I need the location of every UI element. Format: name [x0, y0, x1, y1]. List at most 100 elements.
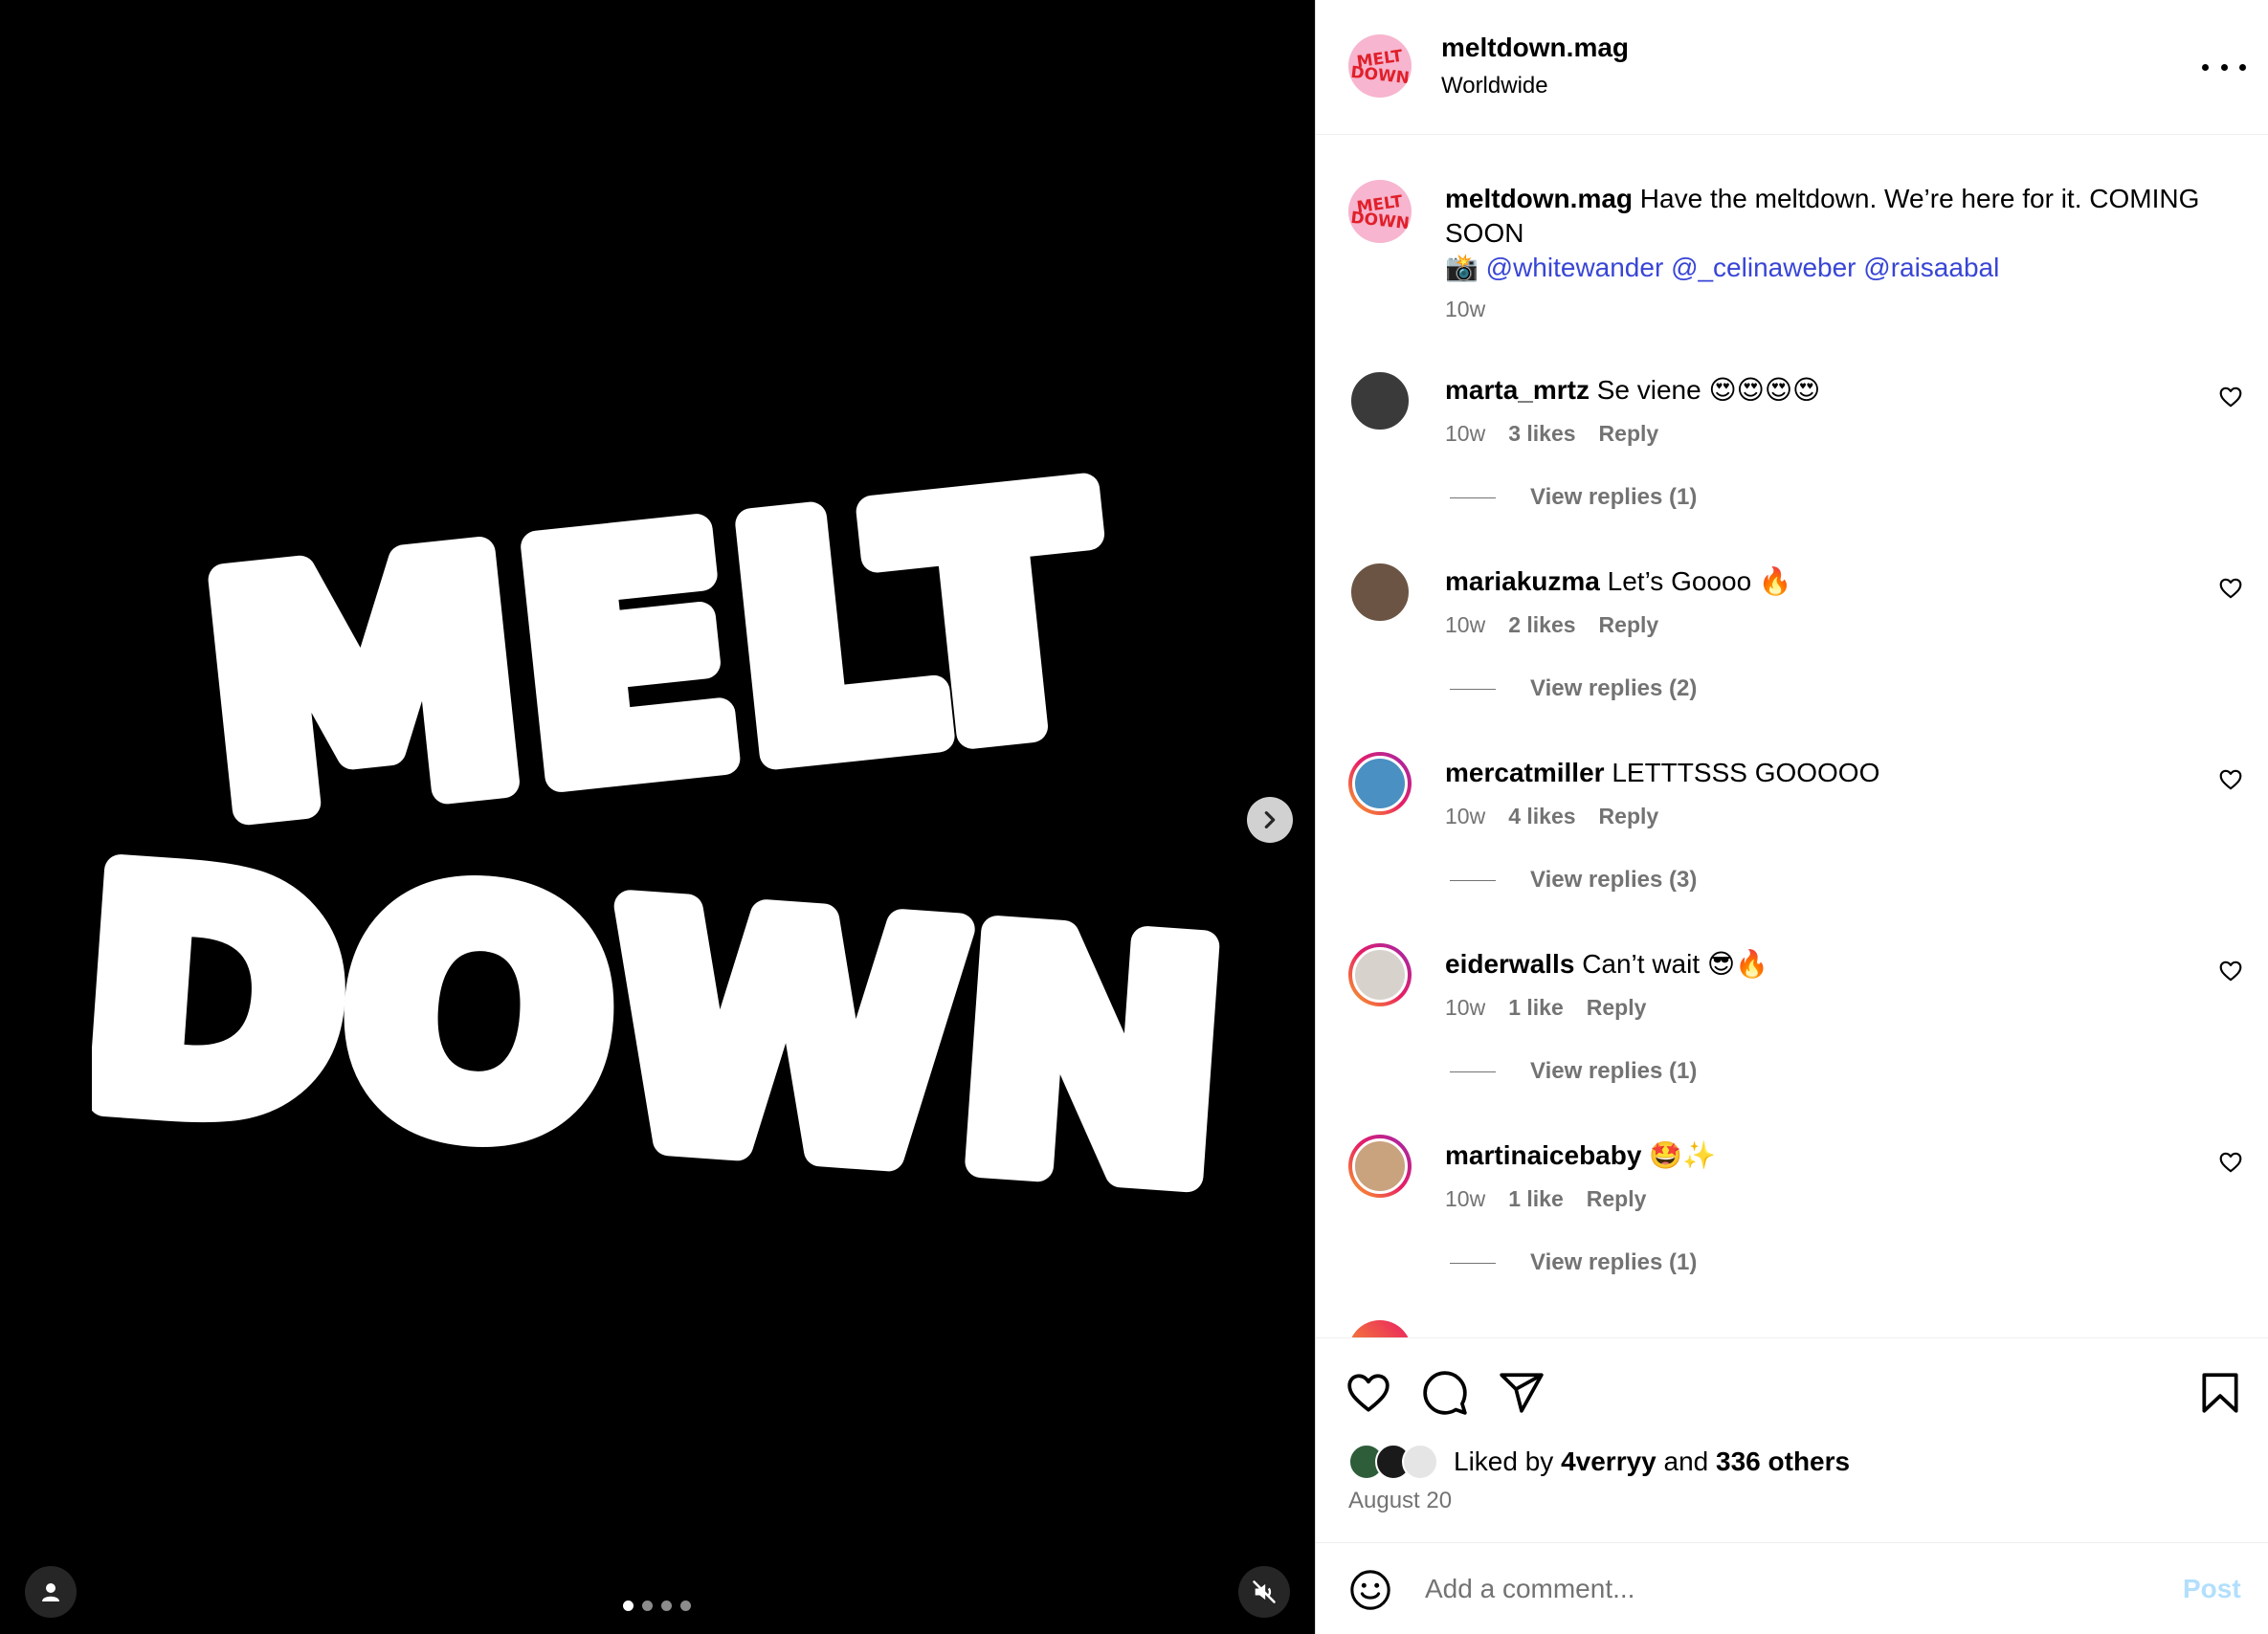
likes-text: Liked by 4verryy and 336 others [1454, 1446, 1851, 1476]
comment-meta: 10w 1 like Reply [1445, 995, 1646, 1021]
reply-button[interactable]: Reply [1599, 612, 1659, 638]
comment-body: Can’t wait 😎🔥 [1582, 949, 1768, 979]
add-comment-bar: Post [1316, 1542, 2268, 1634]
commenter-username[interactable]: mariakuzma [1445, 566, 1600, 596]
comment-likes-count[interactable]: 3 likes [1508, 421, 1575, 447]
view-replies-label: View replies (1) [1530, 1058, 1698, 1084]
comment-likes-count[interactable]: 1 like [1508, 995, 1564, 1021]
speaker-muted-icon [1253, 1580, 1276, 1603]
comment-text: mercatmiller LETTTSSS GOOOOO [1445, 756, 1879, 790]
replies-divider [1450, 1262, 1496, 1264]
commenter-avatar[interactable] [1348, 943, 1412, 1006]
commenter-avatar[interactable] [1348, 561, 1412, 624]
post-date[interactable]: August 20 [1348, 1488, 1452, 1514]
more-options-button[interactable] [2202, 53, 2246, 81]
logo-line-melt: MELT [189, 450, 1119, 886]
paper-plane-icon[interactable] [1498, 1369, 1545, 1417]
commenter-username[interactable]: martinaicebaby [1445, 1140, 1641, 1170]
carousel-indicator [623, 1601, 691, 1611]
likes-others-link[interactable]: 336 others [1716, 1446, 1850, 1476]
liker-avatar [1402, 1444, 1438, 1480]
comment-timestamp[interactable]: 10w [1445, 804, 1485, 829]
view-replies-button[interactable]: View replies (2) [1450, 675, 1697, 702]
comment-body: 🤩✨ [1649, 1140, 1716, 1170]
bookmark-icon[interactable] [2196, 1369, 2244, 1417]
comment-bubble-icon[interactable] [1421, 1369, 1469, 1417]
comments-scroll-area[interactable]: MELT DOWN meltdown.mag Have the meltdown… [1316, 136, 2268, 1337]
carousel-dot [680, 1601, 691, 1611]
view-replies-button[interactable]: View replies (1) [1450, 484, 1697, 511]
commenter-avatar[interactable] [1348, 1135, 1412, 1198]
comment-item: marta_mrtz Se viene 😍😍😍😍 10w 3 likes Reply V… [1316, 364, 2268, 555]
carousel-dot [661, 1601, 672, 1611]
heart-icon[interactable] [2218, 576, 2243, 601]
post-header: MELT DOWN meltdown.mag Worldwide [1316, 0, 2268, 135]
reply-button[interactable]: Reply [1599, 804, 1659, 829]
reply-button[interactable]: Reply [1587, 1186, 1647, 1212]
caption-username[interactable]: meltdown.mag [1445, 184, 1633, 213]
mention-link[interactable]: @whitewander [1486, 253, 1664, 282]
comment-timestamp[interactable]: 10w [1445, 612, 1485, 638]
comment-text: martinaicebaby 🤩✨ [1445, 1138, 1716, 1173]
caption-text: meltdown.mag Have the meltdown. We’re he… [1445, 182, 2230, 285]
liker-avatars[interactable] [1348, 1444, 1438, 1480]
comment-item: eiderwalls Can’t wait 😎🔥 10w 1 like Reply Vi… [1316, 938, 2268, 1129]
person-icon [42, 1583, 59, 1601]
more-horizontal-icon [2202, 63, 2209, 71]
comment-meta: 10w 2 likes Reply [1445, 612, 1658, 638]
header-location[interactable]: Worldwide [1441, 73, 1548, 99]
heart-icon[interactable] [2218, 767, 2243, 792]
reply-button[interactable]: Reply [1587, 995, 1647, 1021]
logo-line-down: DOWN [92, 806, 1221, 1196]
svg-text:DOWN: DOWN [1349, 209, 1410, 233]
commenter-avatar[interactable] [1348, 369, 1412, 432]
comment-input[interactable] [1425, 1566, 2095, 1612]
comment-text: mariakuzma Let’s Goooo 🔥 [1445, 564, 1792, 599]
post-media[interactable]: MELT DOWN [0, 0, 1315, 1634]
comment-body: Let’s Goooo 🔥 [1607, 566, 1792, 596]
comment-body: Se viene 😍😍😍😍 [1596, 375, 1821, 405]
heart-icon[interactable] [2218, 959, 2243, 983]
commenter-avatar[interactable] [1348, 752, 1412, 815]
view-replies-button[interactable]: View replies (1) [1450, 1249, 1697, 1276]
comment-likes-count[interactable]: 4 likes [1508, 804, 1575, 829]
commenter-username[interactable]: marta_mrtz [1445, 375, 1590, 405]
view-replies-label: View replies (2) [1530, 675, 1698, 701]
comment-timestamp[interactable]: 10w [1445, 995, 1485, 1021]
caption-avatar[interactable]: MELT DOWN [1348, 180, 1412, 243]
comment-timestamp[interactable]: 10w [1445, 1186, 1485, 1212]
mention-link[interactable]: @_celinaweber [1671, 253, 1856, 282]
heart-icon[interactable] [2218, 1150, 2243, 1175]
reply-button[interactable]: Reply [1599, 421, 1659, 447]
comment-likes-count[interactable]: 1 like [1508, 1186, 1564, 1212]
smiley-icon[interactable] [1348, 1568, 1392, 1612]
comment-item: mercatmiller LETTTSSS GOOOOO 10w 4 likes Re… [1316, 746, 2268, 938]
commenter-username[interactable]: eiderwalls [1445, 949, 1574, 979]
likes-summary: Liked by 4verryy and 336 others [1348, 1444, 1850, 1480]
meltdown-logo-image: MELT DOWN [92, 450, 1221, 1196]
comment-timestamp[interactable]: 10w [1445, 421, 1485, 447]
heart-icon[interactable] [1345, 1369, 1392, 1417]
comment-meta: 10w 1 like Reply [1445, 1186, 1646, 1212]
view-replies-label: View replies (1) [1530, 1249, 1698, 1275]
replies-divider [1450, 497, 1496, 498]
view-replies-button[interactable]: View replies (1) [1450, 1058, 1697, 1085]
post-comment-button[interactable]: Post [2183, 1574, 2241, 1604]
next-slide-button[interactable] [1247, 797, 1293, 843]
post-sidebar: MELT DOWN meltdown.mag Worldwide MELT DO… [1315, 0, 2268, 1634]
caption-timestamp[interactable]: 10w [1445, 297, 1485, 322]
comment-likes-count[interactable]: 2 likes [1508, 612, 1575, 638]
carousel-dot-active [623, 1601, 634, 1611]
replies-divider [1450, 879, 1496, 881]
profile-avatar[interactable]: MELT DOWN [1348, 34, 1412, 98]
mention-link[interactable]: @raisaabal [1863, 253, 1999, 282]
view-replies-button[interactable]: View replies (3) [1450, 867, 1697, 894]
header-username[interactable]: meltdown.mag [1441, 33, 1629, 63]
heart-icon[interactable] [2218, 385, 2243, 409]
meltdown-avatar-logo: MELT DOWN [1349, 47, 1410, 88]
tagged-users-button[interactable] [25, 1566, 77, 1618]
commenter-username[interactable]: mercatmiller [1445, 758, 1605, 787]
liker-username[interactable]: 4verryy [1561, 1446, 1657, 1476]
replies-divider [1450, 1071, 1496, 1072]
mute-toggle-button[interactable] [1238, 1566, 1290, 1618]
